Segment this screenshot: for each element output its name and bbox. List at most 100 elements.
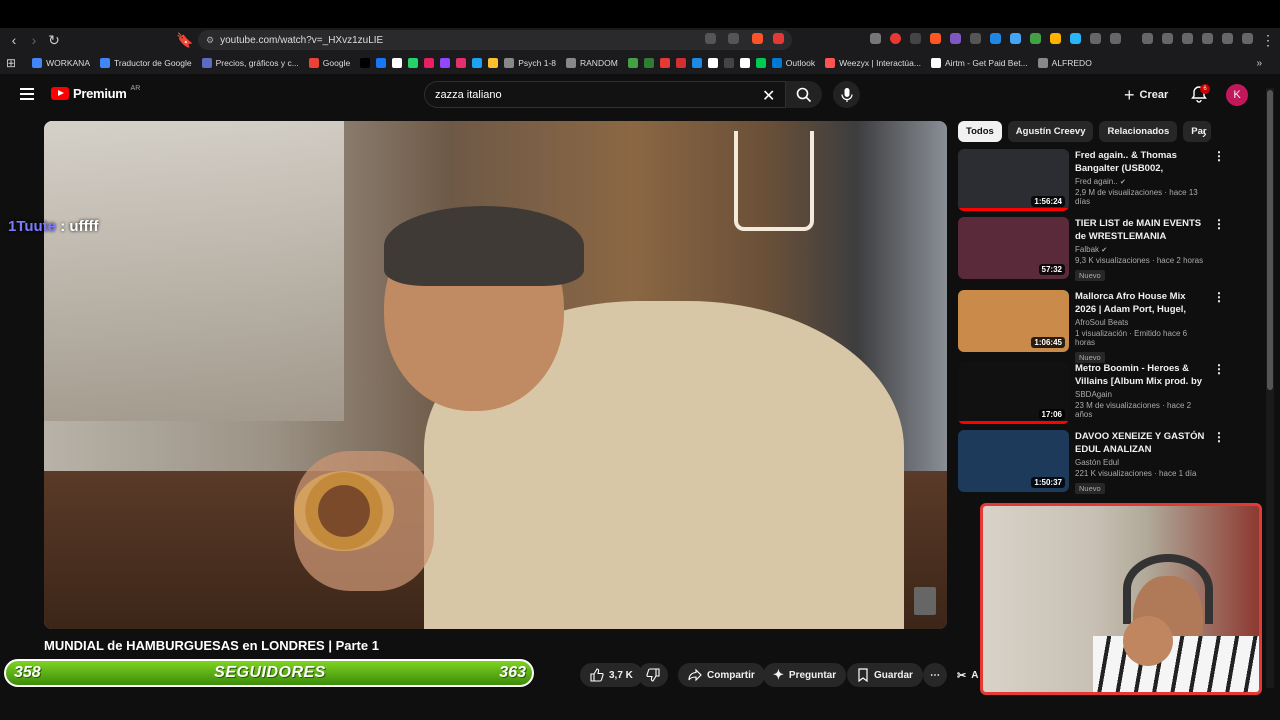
menu-icon[interactable]: ⋮ xyxy=(1258,30,1278,50)
bookmark-item[interactable]: Airtm - Get Paid Bet... xyxy=(930,58,1028,68)
download-icon[interactable] xyxy=(1142,33,1153,44)
bookmark-item[interactable] xyxy=(376,58,387,68)
reload-icon[interactable]: ↻ xyxy=(44,30,64,50)
bookmark-item[interactable]: Traductor de Google xyxy=(99,58,192,68)
recommendation-thumbnail[interactable]: 1:50:37 xyxy=(958,430,1069,492)
video-player[interactable] xyxy=(44,121,947,629)
recommendation-item[interactable]: 1:50:37 DAVOO XENEIZE Y GASTÓN EDUL ANALI… xyxy=(958,430,1225,494)
create-button[interactable]: + Crear xyxy=(1124,83,1168,107)
extension-icon-7[interactable] xyxy=(990,33,1001,44)
extension-icon-6[interactable] xyxy=(970,33,981,44)
share-button[interactable]: Compartir xyxy=(678,663,765,687)
recommendation-thumbnail[interactable]: 17:06 xyxy=(958,362,1069,424)
bookmark-item[interactable]: WORKANA xyxy=(32,58,90,68)
bookmark-item[interactable] xyxy=(691,58,702,68)
recommendation-item[interactable]: 17:06 Metro Boomin - Heroes & Villains [A… xyxy=(958,362,1225,424)
recommendation-thumbnail[interactable]: 57:32 xyxy=(958,217,1069,279)
recommendation-channel[interactable]: AfroSoul Beats xyxy=(1075,318,1207,327)
recommendation-menu-icon[interactable]: ⋮ xyxy=(1213,149,1225,163)
extra-action-button[interactable]: ✂ A xyxy=(953,663,982,687)
recommendation-channel[interactable]: Falbak ✔ xyxy=(1075,245,1207,254)
clear-search-icon[interactable]: ✕ xyxy=(762,86,775,106)
channel-watermark[interactable] xyxy=(914,587,936,615)
bookmark-item[interactable] xyxy=(408,58,419,68)
like-button[interactable]: 3,7 K xyxy=(580,663,643,687)
recommendation-channel[interactable]: Fred again.. ✔ xyxy=(1075,177,1207,186)
chip-todos[interactable]: Todos xyxy=(958,121,1002,142)
site-info-icon[interactable]: ⚙ xyxy=(206,35,214,46)
recommendation-menu-icon[interactable]: ⋮ xyxy=(1213,290,1225,304)
recommendation-thumbnail[interactable]: 1:06:45 xyxy=(958,290,1069,352)
bookmark-icon[interactable]: 🔖 xyxy=(175,30,195,50)
extension-icon-11[interactable] xyxy=(1070,33,1081,44)
share-icon[interactable] xyxy=(728,33,739,44)
recommendation-item[interactable]: 57:32 TIER LIST de MAIN EVENTS de WRESTLE… xyxy=(958,217,1225,281)
bookmark-item[interactable] xyxy=(360,58,371,68)
search-input[interactable]: zazza italiano xyxy=(424,81,786,108)
recommendation-item[interactable]: 1:56:24 Fred again.. & Thomas Bangalter (… xyxy=(958,149,1225,211)
more-bookmarks-icon[interactable]: » xyxy=(1256,58,1262,69)
recommendation-menu-icon[interactable]: ⋮ xyxy=(1213,430,1225,444)
bookmark-item[interactable]: Outlook xyxy=(771,58,815,68)
recommendation-thumbnail[interactable]: 1:56:24 xyxy=(958,149,1069,211)
extension-icon-4[interactable] xyxy=(930,33,941,44)
extension-icon-5[interactable] xyxy=(950,33,961,44)
recommendation-channel[interactable]: Gastón Edul xyxy=(1075,458,1207,467)
extension-icon-9[interactable] xyxy=(1030,33,1041,44)
page-scrollbar[interactable] xyxy=(1266,88,1274,688)
extension-icon-3[interactable] xyxy=(910,33,921,44)
bookmark-item[interactable] xyxy=(440,58,451,68)
bookmark-item[interactable]: Google xyxy=(308,58,350,68)
puzzle-icon[interactable] xyxy=(1090,33,1101,44)
scrollbar-thumb[interactable] xyxy=(1267,90,1273,390)
media-icon[interactable] xyxy=(1162,33,1173,44)
extension-icon-10[interactable] xyxy=(1050,33,1061,44)
bookmark-item[interactable] xyxy=(627,58,638,68)
chip-relacionados[interactable]: Relacionados xyxy=(1099,121,1178,142)
bookmark-item[interactable] xyxy=(675,58,686,68)
bookmark-item[interactable] xyxy=(723,58,734,68)
more-actions-button[interactable]: ⋯ xyxy=(923,663,947,687)
bookmark-item[interactable]: Weezyx | Interactúa... xyxy=(825,58,921,68)
extension-icon-1[interactable] xyxy=(870,33,881,44)
account-avatar[interactable]: K xyxy=(1226,84,1248,106)
address-bar[interactable]: ⚙ youtube.com/watch?v=_HXvz1zuLIE xyxy=(198,30,792,50)
chips-next-chevron-icon[interactable]: › xyxy=(1202,125,1207,141)
recommendation-menu-icon[interactable]: ⋮ xyxy=(1213,362,1225,376)
dislike-button[interactable] xyxy=(638,663,668,687)
chip-partial[interactable]: Par xyxy=(1183,121,1212,142)
recommendation-menu-icon[interactable]: ⋮ xyxy=(1213,217,1225,231)
bookmark-item[interactable] xyxy=(755,58,766,68)
bookmark-item[interactable]: Precios, gráficos y c... xyxy=(201,58,299,68)
screen-icon[interactable] xyxy=(705,33,716,44)
bookmark-item[interactable]: ALFREDO xyxy=(1037,58,1092,68)
ask-button[interactable]: ✦ Preguntar xyxy=(763,663,847,687)
bookmark-item[interactable] xyxy=(707,58,718,68)
bookmark-item[interactable] xyxy=(456,58,467,68)
voice-search-button[interactable] xyxy=(833,81,860,108)
bookmark-item[interactable]: RANDOM xyxy=(566,58,618,68)
wallet-icon[interactable] xyxy=(1202,33,1213,44)
tab-icon[interactable] xyxy=(1110,33,1121,44)
chip-agustin-creevy[interactable]: Agustín Creevy xyxy=(1007,121,1094,142)
bookmark-item[interactable] xyxy=(472,58,483,68)
hamburger-menu-icon[interactable] xyxy=(20,88,34,100)
apps-grid-icon[interactable]: ⊞ xyxy=(6,56,16,70)
bookmark-item[interactable] xyxy=(392,58,403,68)
bookmark-item[interactable] xyxy=(739,58,750,68)
bookmark-item[interactable] xyxy=(659,58,670,68)
bookmark-item[interactable] xyxy=(424,58,435,68)
extension-icon-8[interactable] xyxy=(1010,33,1021,44)
leo-icon[interactable] xyxy=(1222,33,1233,44)
back-icon[interactable]: ‹ xyxy=(4,30,24,50)
youtube-logo[interactable]: Premium AR xyxy=(51,85,140,101)
save-button[interactable]: Guardar xyxy=(847,663,923,687)
rewards-icon[interactable] xyxy=(773,33,784,44)
vpn-icon[interactable] xyxy=(1242,33,1253,44)
brave-shield-icon[interactable] xyxy=(752,33,763,44)
search-button[interactable] xyxy=(786,81,822,108)
bookmark-item[interactable]: Psych 1-8 xyxy=(504,58,556,68)
bookmark-item[interactable] xyxy=(643,58,654,68)
bookmark-item[interactable] xyxy=(488,58,499,68)
sidebar-icon[interactable] xyxy=(1182,33,1193,44)
